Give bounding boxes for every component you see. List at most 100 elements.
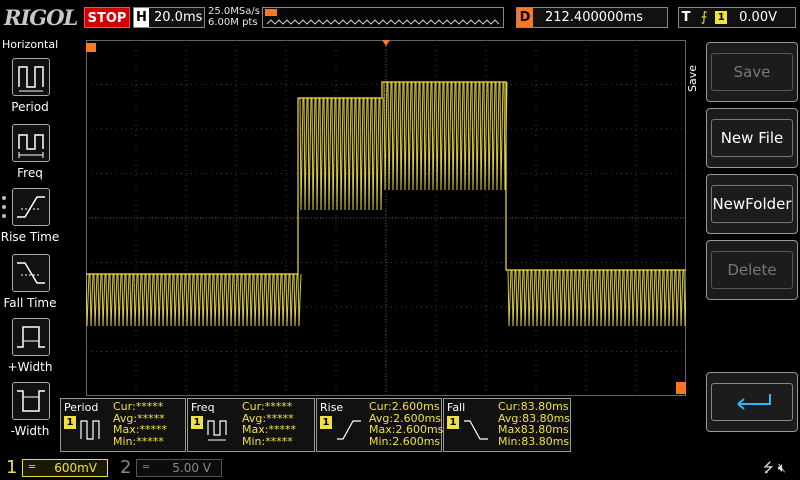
timebase-display[interactable]: H 20.0ms xyxy=(133,7,205,28)
run-stop-indicator[interactable]: STOP xyxy=(84,7,130,28)
new-folder-button[interactable]: NewFolder xyxy=(706,174,798,234)
menu-title: Save xyxy=(686,64,699,92)
measurement-panel-rise[interactable]: Rise 1 Cur:2.600ms Avg:2.600ms Max:2.600… xyxy=(316,398,443,452)
stat-maximum: Max:2.600ms xyxy=(369,423,444,436)
measurement-panel-fall[interactable]: Fall 1 Cur:83.80ms Avg:83.80ms Max83.80m… xyxy=(443,398,571,452)
sidebar-title: Horizontal xyxy=(2,38,59,51)
dc-coupling-icon: ═ xyxy=(29,462,36,473)
channel-2-scale-value: 5.00 V xyxy=(172,461,211,475)
measurement-name: Rise xyxy=(320,401,344,414)
period-icon xyxy=(12,58,50,96)
trigger-position-marker xyxy=(86,43,96,52)
trigger-source-badge: 1 xyxy=(715,11,728,24)
save-button[interactable]: Save xyxy=(706,42,798,102)
stat-maximum: Max:***** xyxy=(113,423,167,436)
brand-logo: RIGOL xyxy=(4,5,78,30)
timebase-label: H xyxy=(134,8,149,27)
stat-maximum: Max:***** xyxy=(242,423,296,436)
sidebar-item-label: -Width xyxy=(10,424,50,438)
sidebar-item-label: Period xyxy=(11,100,49,114)
trigger-time-marker xyxy=(382,40,390,46)
measurement-stats: Cur:2.600ms Avg:2.600ms Max:2.600ms Min:… xyxy=(369,401,443,447)
channel-1-scale-value: 600mV xyxy=(54,461,97,475)
channel-badge: 1 xyxy=(64,416,76,429)
sidebar-item-rise-time[interactable]: Rise Time xyxy=(0,188,60,250)
back-button[interactable] xyxy=(706,372,798,432)
fall-time-icon xyxy=(462,415,490,446)
new-folder-label: NewFolder xyxy=(711,185,793,223)
delete-button[interactable]: Delete xyxy=(706,240,798,300)
rise-time-icon xyxy=(335,415,363,446)
memory-overview-strip[interactable] xyxy=(262,7,504,28)
frequency-icon xyxy=(206,415,234,446)
channel-badge: 1 xyxy=(447,416,459,429)
rise-time-icon xyxy=(12,188,50,226)
measurement-name: Freq xyxy=(191,401,215,414)
usb-icon: ⭍ xyxy=(762,461,774,476)
trigger-position-marker xyxy=(265,9,277,16)
stat-current: Cur:83.80ms xyxy=(498,400,569,413)
frequency-icon xyxy=(12,124,50,162)
channel-2-scale[interactable]: ═ 5.00 V xyxy=(136,459,222,477)
delete-label: Delete xyxy=(711,251,793,289)
sidebar-item-label: Fall Time xyxy=(3,296,57,310)
sample-rate: 25.0MSa/s xyxy=(208,6,260,17)
stat-maximum: Max83.80ms xyxy=(498,423,569,436)
period-icon xyxy=(79,415,107,446)
fall-time-icon xyxy=(12,254,50,292)
stat-current: Cur:2.600ms xyxy=(369,400,440,413)
measurement-name: Fall xyxy=(447,401,466,414)
trigger-label: T xyxy=(681,10,691,25)
back-arrow-icon xyxy=(711,383,793,421)
negative-width-icon xyxy=(12,382,50,420)
channel-status-bar: 1 ═ 600mV 2 ═ 5.00 V ⭍ 🔇︎ xyxy=(0,456,800,480)
sidebar-item-negative-width[interactable]: -Width xyxy=(0,382,60,444)
top-status-bar: RIGOL STOP H 20.0ms 25.0MSa/s 6.00M pts D… xyxy=(0,0,800,36)
trigger-display[interactable]: T ⨍ 1 0.00V xyxy=(678,7,796,28)
sidebar-item-freq[interactable]: Freq xyxy=(0,124,60,186)
graticule xyxy=(86,40,686,396)
save-button-label: Save xyxy=(711,53,793,91)
stat-minimum: Min:83.80ms xyxy=(498,434,570,448)
new-file-button[interactable]: New File xyxy=(706,108,798,168)
timebase-value: 20.0ms xyxy=(154,10,203,25)
trigger-level: 0.00V xyxy=(739,10,777,25)
stat-current: Cur:***** xyxy=(242,400,293,413)
channel-badge: 1 xyxy=(191,416,203,429)
save-softkey-menu: Save Save New File NewFolder Delete xyxy=(684,40,800,436)
sidebar-item-period[interactable]: Period xyxy=(0,58,60,120)
acquisition-info: 25.0MSa/s 6.00M pts xyxy=(208,6,260,28)
stat-minimum: Min:***** xyxy=(113,434,164,448)
waveform-display[interactable] xyxy=(86,40,686,396)
horizontal-delay-display[interactable]: D 212.400000ms xyxy=(516,7,668,28)
delay-value: 212.400000ms xyxy=(544,10,643,25)
channel-1-scale[interactable]: ═ 600mV xyxy=(22,459,108,477)
measurement-name: Period xyxy=(64,401,99,414)
stat-minimum: Min:2.600ms xyxy=(369,434,441,448)
speaker-muted-icon[interactable]: 🔇︎ xyxy=(778,461,786,476)
measurement-stats: Cur:***** Avg:***** Max:***** Min:***** xyxy=(242,401,296,447)
dc-coupling-icon: ═ xyxy=(143,462,150,473)
system-status-icons: ⭍ 🔇︎ xyxy=(763,459,786,480)
new-file-label: New File xyxy=(711,119,793,157)
measurement-stats: Cur:***** Avg:***** Max:***** Min:***** xyxy=(113,401,167,447)
channel-badge: 1 xyxy=(320,416,332,429)
measure-sidebar: Horizontal Period Freq Rise Time Fall Ti… xyxy=(0,36,60,456)
channel-1-number[interactable]: 1 xyxy=(6,458,17,478)
stat-minimum: Min:***** xyxy=(242,434,293,448)
measurement-panel-freq[interactable]: Freq 1 Cur:***** Avg:***** Max:***** Min… xyxy=(187,398,315,452)
sidebar-item-positive-width[interactable]: +Width xyxy=(0,318,60,380)
sidebar-item-fall-time[interactable]: Fall Time xyxy=(0,254,60,316)
sidebar-item-label: Rise Time xyxy=(0,230,60,244)
channel-2-number[interactable]: 2 xyxy=(120,458,131,478)
measurement-stats: Cur:83.80ms Avg:83.80ms Max83.80ms Min:8… xyxy=(498,401,570,447)
rising-edge-icon: ⨍ xyxy=(700,10,708,25)
measurement-panel-period[interactable]: Period 1 Cur:***** Avg:***** Max:***** M… xyxy=(60,398,186,452)
memory-depth: 6.00M pts xyxy=(208,17,258,28)
positive-width-icon xyxy=(12,318,50,356)
delay-label: D xyxy=(517,8,533,27)
stat-current: Cur:***** xyxy=(113,400,164,413)
memory-waveform-preview xyxy=(266,19,500,25)
sidebar-item-label: +Width xyxy=(7,360,53,374)
sidebar-item-label: Freq xyxy=(17,166,43,180)
